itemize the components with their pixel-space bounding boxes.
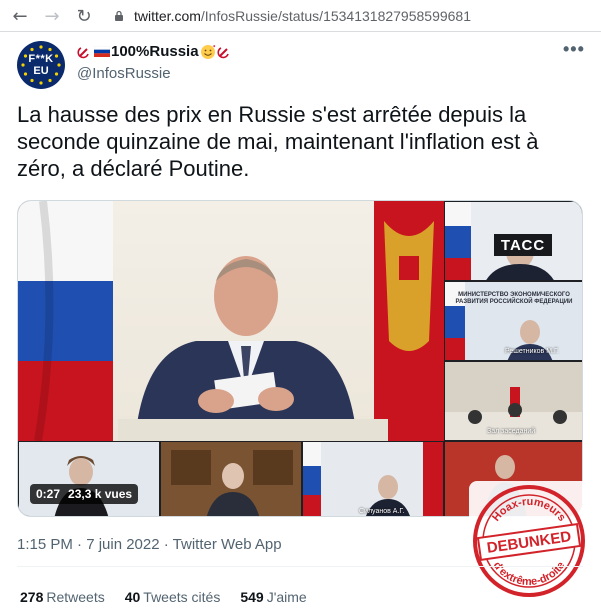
video-main-frame (18, 201, 444, 441)
video-tile-tass: ТАСС (444, 201, 582, 281)
url-path: /InfosRussie/status/1534131827958599681 (200, 8, 472, 24)
debunked-stamp: Hoax-rumeurs d'extrême-droite DEBUNKED (469, 481, 589, 601)
video-tile-central-bank (18, 441, 160, 516)
video-tile-ministry: МИНИСТЕРСТВО ЭКОНОМИЧЕСКОГО РАЗВИТИЯ РОС… (444, 281, 582, 361)
central-bank-tile-scene (19, 442, 159, 516)
caption-reshetnikov: Решетников М.Г. (505, 348, 559, 355)
quotes-count: 40 (124, 589, 141, 605)
tweet-timestamp[interactable]: 1:15 PM · 7 juin 2022 · Twitter Web App (17, 536, 282, 553)
video-duration: 0:27 (36, 487, 61, 501)
smiling-hearts-emoji-icon (200, 44, 215, 59)
retweets-count: 278 (20, 589, 44, 605)
presidential-standard-flag (374, 201, 444, 441)
stamp-top-text: Hoax-rumeurs (490, 496, 568, 524)
avatar-text-top: F**K (28, 53, 54, 65)
video-tile-hall: Зал заседаний (444, 361, 582, 441)
tass-logo: ТАСС (494, 234, 552, 256)
handle[interactable]: @InfosRussie (77, 65, 171, 82)
address-bar[interactable]: twitter.com/InfosRussie/status/153413182… (112, 5, 532, 27)
debunked-stamp-graphic: Hoax-rumeurs d'extrême-droite DEBUNKED (473, 485, 585, 597)
reload-icon[interactable]: ↻ (70, 2, 98, 30)
likes-count: 549 (240, 589, 264, 605)
tweet-text: La hausse des prix en Russie s'est arrêt… (17, 102, 539, 181)
retweets-label: Retweets (46, 589, 105, 605)
video-info-badge: 0:27 23,3 k vues (30, 484, 139, 504)
tweet: F**K EU 100%Russia @InfosRussie ••• La h… (0, 33, 601, 612)
russia-flag-icon (94, 46, 110, 57)
browser-toolbar: ← → ↻ twitter.com/InfosRussie/status/153… (0, 0, 601, 32)
hammer-sickle-icon (217, 46, 229, 58)
tweet-video[interactable]: ТАСС МИНИСТЕРСТВО ЭКОНОМИЧЕСКОГО РАЗВИТИ… (17, 200, 583, 517)
display-name[interactable]: 100%Russia (77, 43, 231, 60)
avatar-text-bottom: EU (33, 65, 49, 77)
video-tile-office (160, 441, 302, 516)
divider (17, 566, 583, 567)
speaker-figure (136, 256, 356, 431)
back-arrow-icon[interactable]: ← (6, 2, 34, 30)
video-views: 23,3 k vues (68, 487, 133, 501)
desk (118, 419, 388, 441)
likes-label: J'aime (266, 589, 307, 605)
more-options-icon[interactable]: ••• (563, 39, 585, 60)
retweets-stat[interactable]: 278 Retweets (20, 589, 105, 605)
ministry-banner: МИНИСТЕРСТВО ЭКОНОМИЧЕСКОГО РАЗВИТИЯ РОС… (455, 292, 573, 305)
stamp-bottom-text: d'extrême-droite (491, 560, 568, 589)
tweet-stats: 278 Retweets 40 Tweets cités 549 J'aime (20, 589, 327, 605)
finance-tile-scene (303, 442, 443, 516)
office-tile-scene (161, 442, 301, 516)
hammer-sickle-icon (77, 46, 89, 58)
lock-icon[interactable] (112, 9, 126, 23)
video-tile-finance: Силуанов А.Г. (302, 441, 444, 516)
russian-flag-left (18, 201, 113, 441)
display-name-text: 100%Russia (111, 43, 199, 60)
caption-siluanov: Силуанов А.Г. (359, 508, 405, 515)
quotes-label: Tweets cités (143, 589, 221, 605)
url-host: twitter.com (134, 8, 201, 24)
quotes-stat[interactable]: 40 Tweets cités (125, 589, 221, 605)
likes-stat[interactable]: 549 J'aime (240, 589, 306, 605)
avatar[interactable]: F**K EU (17, 41, 65, 89)
forward-arrow-icon[interactable]: → (38, 2, 66, 30)
caption-hall: Зал заседаний (487, 428, 536, 435)
